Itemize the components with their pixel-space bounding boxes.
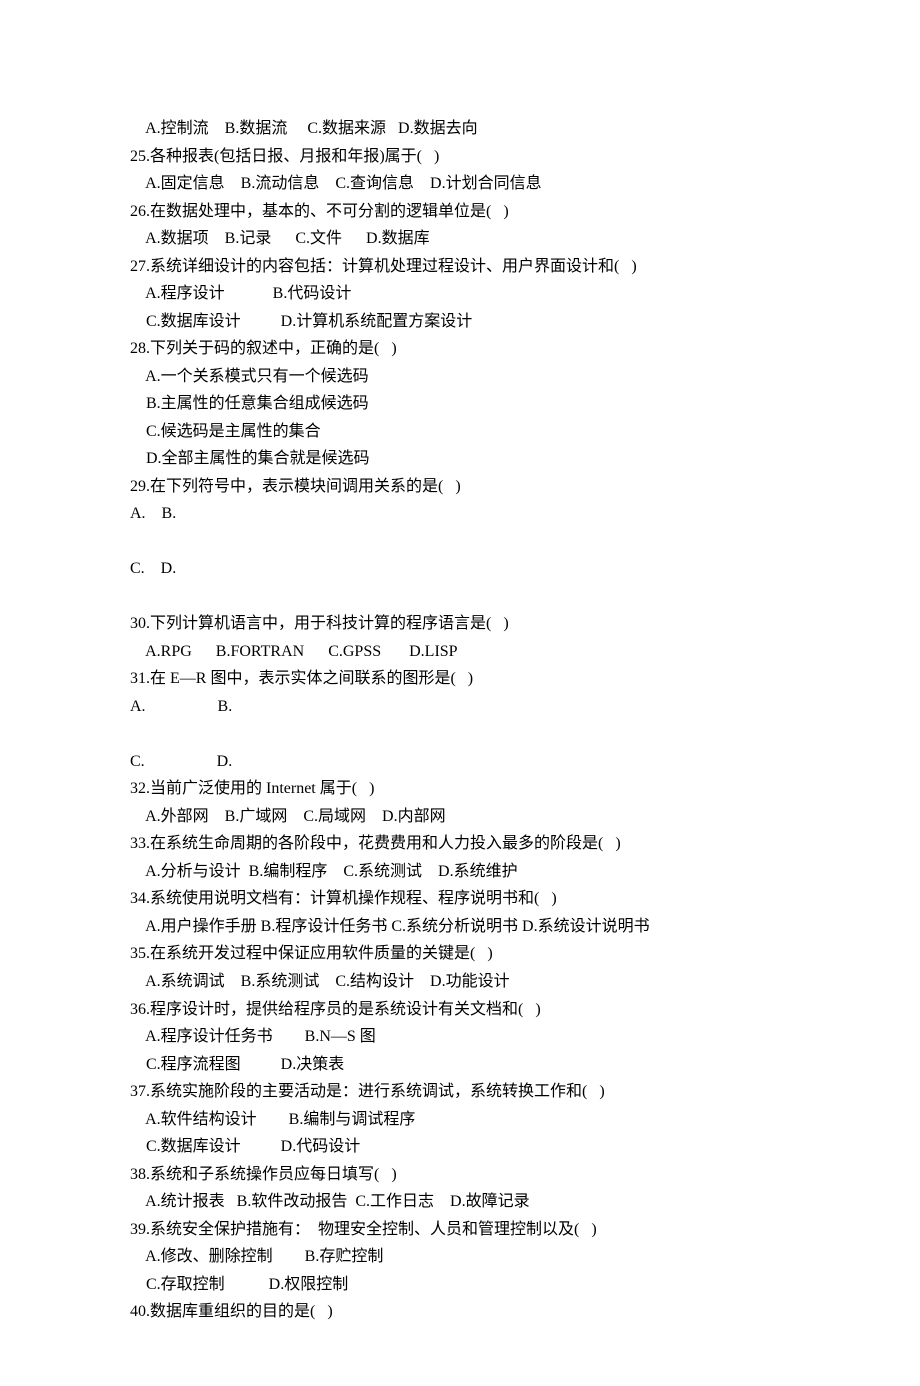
q24-options: A.控制流 B.数据流 C.数据来源 D.数据去向 xyxy=(130,115,790,143)
q28-option-d: D.全部主属性的集合就是候选码 xyxy=(130,445,790,473)
q27-options-ab: A.程序设计 B.代码设计 xyxy=(130,280,790,308)
q26-stem: 26.在数据处理中，基本的、不可分割的逻辑单位是( ) xyxy=(130,198,790,226)
q25-options: A.固定信息 B.流动信息 C.查询信息 D.计划合同信息 xyxy=(130,170,790,198)
q33-stem: 33.在系统生命周期的各阶段中，花费费用和人力投入最多的阶段是( ) xyxy=(130,830,790,858)
q37-options-ab: A.软件结构设计 B.编制与调试程序 xyxy=(130,1106,790,1134)
q27-stem: 27.系统详细设计的内容包括：计算机处理过程设计、用户界面设计和( ) xyxy=(130,253,790,281)
q30-stem: 30.下列计算机语言中，用于科技计算的程序语言是( ) xyxy=(130,610,790,638)
q32-stem: 32.当前广泛使用的 Internet 属于( ) xyxy=(130,775,790,803)
q38-stem: 38.系统和子系统操作员应每日填写( ) xyxy=(130,1161,790,1189)
q37-options-cd: C.数据库设计 D.代码设计 xyxy=(130,1133,790,1161)
q31-blank xyxy=(130,720,790,748)
q28-option-b: B.主属性的任意集合组成候选码 xyxy=(130,390,790,418)
q27-options-cd: C.数据库设计 D.计算机系统配置方案设计 xyxy=(130,308,790,336)
q31-stem: 31.在 E—R 图中，表示实体之间联系的图形是( ) xyxy=(130,665,790,693)
q36-options-cd: C.程序流程图 D.决策表 xyxy=(130,1051,790,1079)
q31-options-ab: A. B. xyxy=(130,693,790,721)
q26-options: A.数据项 B.记录 C.文件 D.数据库 xyxy=(130,225,790,253)
q39-options-ab: A.修改、删除控制 B.存贮控制 xyxy=(130,1243,790,1271)
q31-options-cd: C. D. xyxy=(130,748,790,776)
q39-stem: 39.系统安全保护措施有： 物理安全控制、人员和管理控制以及( ) xyxy=(130,1216,790,1244)
q36-options-ab: A.程序设计任务书 B.N—S 图 xyxy=(130,1023,790,1051)
q40-stem: 40.数据库重组织的目的是( ) xyxy=(130,1298,790,1326)
q28-option-c: C.候选码是主属性的集合 xyxy=(130,418,790,446)
q38-options: A.统计报表 B.软件改动报告 C.工作日志 D.故障记录 xyxy=(130,1188,790,1216)
q39-options-cd: C.存取控制 D.权限控制 xyxy=(130,1271,790,1299)
q33-options: A.分析与设计 B.编制程序 C.系统测试 D.系统维护 xyxy=(130,858,790,886)
q28-stem: 28.下列关于码的叙述中，正确的是( ) xyxy=(130,335,790,363)
q36-stem: 36.程序设计时，提供给程序员的是系统设计有关文档和( ) xyxy=(130,996,790,1024)
q29-blank-2 xyxy=(130,583,790,611)
q35-options: A.系统调试 B.系统测试 C.结构设计 D.功能设计 xyxy=(130,968,790,996)
q28-option-a: A.一个关系模式只有一个候选码 xyxy=(130,363,790,391)
q29-blank xyxy=(130,528,790,556)
q34-options: A.用户操作手册 B.程序设计任务书 C.系统分析说明书 D.系统设计说明书 xyxy=(130,913,790,941)
q30-options: A.RPG B.FORTRAN C.GPSS D.LISP xyxy=(130,638,790,666)
q34-stem: 34.系统使用说明文档有：计算机操作规程、程序说明书和( ) xyxy=(130,885,790,913)
q32-options: A.外部网 B.广域网 C.局域网 D.内部网 xyxy=(130,803,790,831)
q29-stem: 29.在下列符号中，表示模块间调用关系的是( ) xyxy=(130,473,790,501)
q29-options-cd: C. D. xyxy=(130,555,790,583)
q25-stem: 25.各种报表(包括日报、月报和年报)属于( ) xyxy=(130,143,790,171)
q35-stem: 35.在系统开发过程中保证应用软件质量的关键是( ) xyxy=(130,940,790,968)
q37-stem: 37.系统实施阶段的主要活动是：进行系统调试，系统转换工作和( ) xyxy=(130,1078,790,1106)
q29-options-ab: A. B. xyxy=(130,500,790,528)
document-page: A.控制流 B.数据流 C.数据来源 D.数据去向 25.各种报表(包括日报、月… xyxy=(0,0,920,1386)
